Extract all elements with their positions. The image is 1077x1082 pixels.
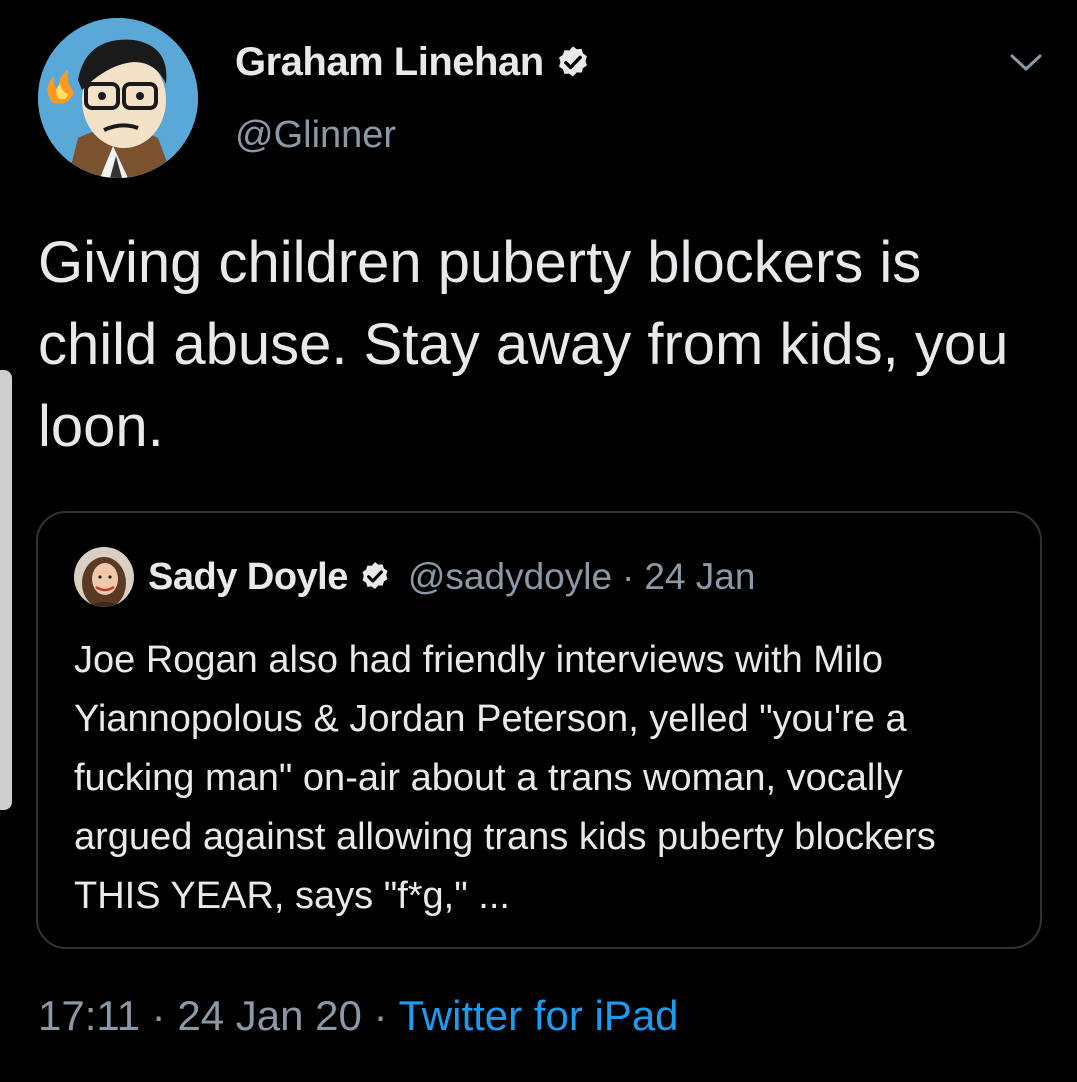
author-name-row: Graham Linehan <box>235 40 592 85</box>
portrait-avatar-icon <box>74 547 134 607</box>
quoted-tweet-header: Sady Doyle @sadydoyle · 24 Jan <box>74 547 755 607</box>
tweet-header: Graham Linehan @Glinner <box>38 18 1047 183</box>
quoted-author-name: Sady Doyle <box>148 555 348 598</box>
separator-dot: · <box>622 556 635 597</box>
chevron-down-icon[interactable] <box>1009 52 1043 74</box>
quoted-author-handle: @sadydoyle <box>407 556 613 597</box>
separator-dot: · <box>373 992 388 1039</box>
separator-dot: · <box>151 992 166 1039</box>
quoted-tweet-card[interactable]: Sady Doyle @sadydoyle · 24 Jan Joe Rogan… <box>36 511 1042 949</box>
quoted-author-avatar <box>74 547 134 607</box>
verified-badge-icon <box>554 44 592 82</box>
tweet-time[interactable]: 17:11 <box>38 992 140 1039</box>
tweet-text: Giving children puberty blockers is chil… <box>38 230 1009 459</box>
quoted-tweet-date: 24 Jan <box>644 556 756 597</box>
author-avatar[interactable] <box>38 18 198 178</box>
scroll-handle[interactable] <box>0 370 12 810</box>
quoted-tweet-text: Joe Rogan also had friendly interviews w… <box>74 639 936 917</box>
author-display-name[interactable]: Graham Linehan <box>235 40 544 85</box>
author-handle[interactable]: @Glinner <box>235 114 396 157</box>
tweet-date[interactable]: 24 Jan 20 <box>177 992 362 1039</box>
verified-badge-icon <box>358 560 392 594</box>
tweet-source-link[interactable]: Twitter for iPad <box>398 992 678 1039</box>
tweet-meta: 17:11 · 24 Jan 20 · Twitter for iPad <box>38 992 679 1040</box>
cartoon-avatar-icon <box>38 18 198 178</box>
